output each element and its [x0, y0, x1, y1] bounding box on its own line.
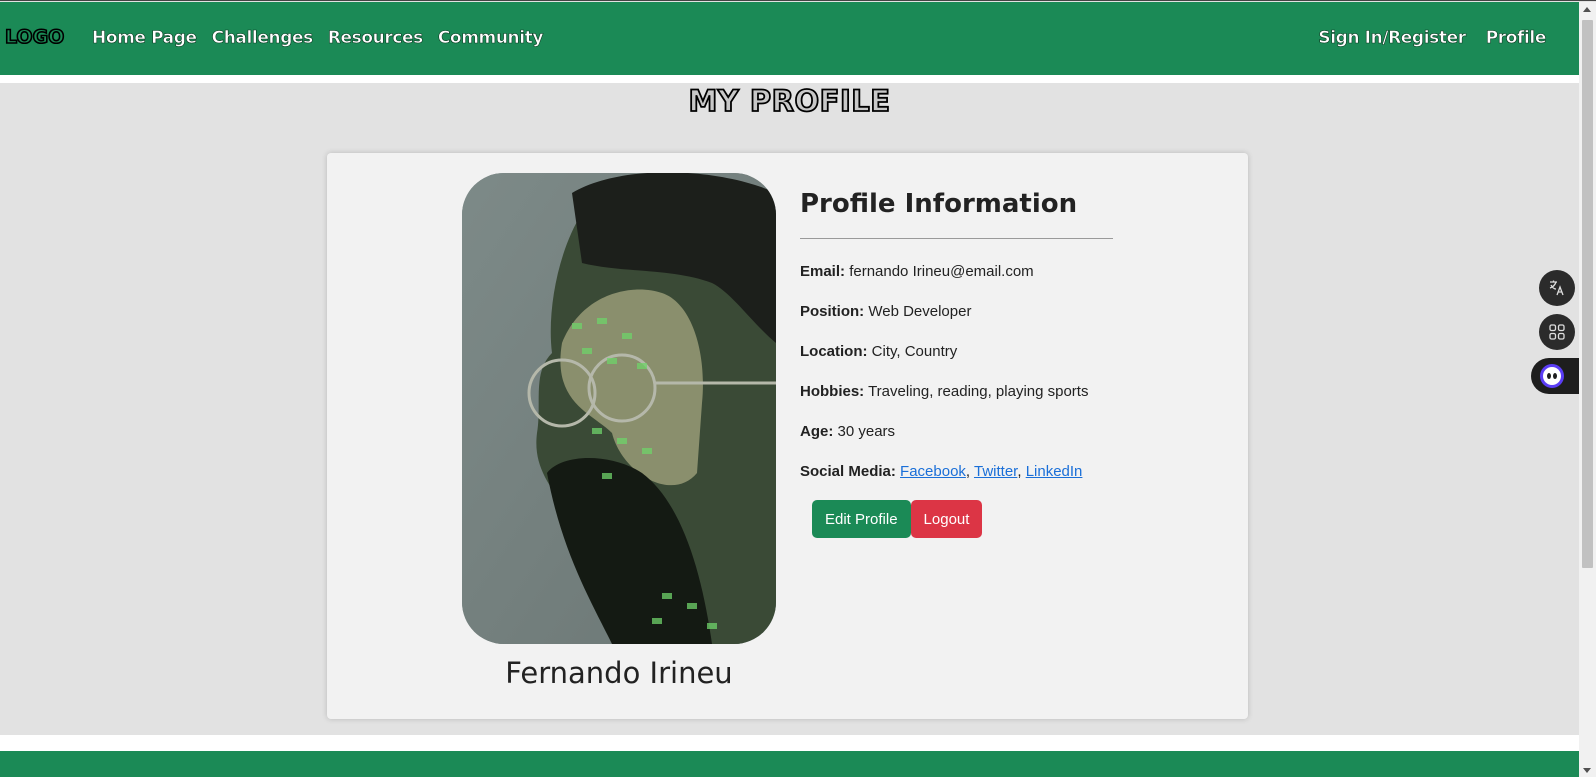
apps-widget[interactable]: [1539, 314, 1575, 350]
email-row: Email: fernando Irineu@email.com: [800, 263, 1034, 280]
age-label: Age:: [800, 423, 834, 440]
linkedin-link[interactable]: LinkedIn: [1026, 463, 1083, 480]
logout-button[interactable]: Logout: [910, 500, 983, 538]
footer: [0, 751, 1579, 777]
nav-divider: [0, 75, 1579, 83]
nav-link-challenges[interactable]: Challenges: [211, 28, 313, 49]
profile-info: Profile Information Email: fernando Irin…: [800, 189, 1113, 480]
logo[interactable]: LOGO: [4, 25, 65, 49]
location-label: Location:: [800, 343, 868, 360]
social-label: Social Media:: [800, 463, 896, 480]
hobbies-value: Traveling, reading, playing sports: [868, 383, 1089, 400]
profile-card: Fernando Irineu Profile Information Emai…: [327, 153, 1248, 719]
translate-widget[interactable]: [1539, 270, 1575, 306]
scrollbar-thumb[interactable]: [1582, 20, 1593, 568]
nav-left-links: Home Page Challenges Resources Community: [92, 28, 544, 49]
profile-photo-illustration: [462, 173, 776, 644]
edit-profile-button[interactable]: Edit Profile: [812, 500, 911, 538]
nav-right-links: Sign In/Register Profile: [1318, 28, 1547, 49]
email-label: Email:: [800, 263, 846, 280]
social-separator: ,: [965, 463, 971, 480]
hobbies-row: Hobbies: Traveling, reading, playing spo…: [800, 383, 1088, 400]
nav-link-community[interactable]: Community: [438, 28, 544, 49]
footer-divider: [0, 735, 1579, 751]
position-value: Web Developer: [868, 303, 972, 320]
location-row: Location: City, Country: [800, 343, 957, 360]
age-value: 30 years: [837, 423, 896, 440]
nav-link-resources[interactable]: Resources: [328, 28, 424, 49]
position-label: Position:: [800, 303, 865, 320]
assistant-bot-icon: [1540, 364, 1564, 388]
translate-icon: [1549, 280, 1564, 296]
nav-link-home[interactable]: Home Page: [92, 28, 198, 49]
profile-name: Fernando Irineu: [505, 656, 733, 690]
nav-link-profile[interactable]: Profile: [1485, 28, 1546, 49]
profile-info-heading: Profile Information: [800, 189, 1113, 239]
location-value: City, Country: [871, 343, 958, 360]
position-row: Position: Web Developer: [800, 303, 971, 320]
nav-link-sign-in[interactable]: Sign In/Register: [1318, 28, 1466, 49]
top-navbar: LOGO Home Page Challenges Resources Comm…: [0, 2, 1579, 75]
profile-photo: [462, 173, 776, 644]
email-value: fernando Irineu@email.com: [849, 263, 1034, 280]
profile-actions: Edit Profile Logout: [812, 500, 983, 538]
social-separator: ,: [1017, 463, 1022, 480]
assistant-widget[interactable]: [1531, 358, 1579, 394]
facebook-link[interactable]: Facebook: [900, 463, 966, 480]
page-title: MY PROFILE: [688, 83, 891, 119]
scroll-down-arrow-icon[interactable]: [1583, 768, 1591, 773]
age-row: Age: 30 years: [800, 423, 895, 440]
scroll-up-arrow-icon[interactable]: [1583, 7, 1591, 12]
social-row: Social Media: Facebook, Twitter, LinkedI…: [800, 463, 1082, 480]
twitter-link[interactable]: Twitter: [974, 463, 1017, 480]
vertical-scrollbar[interactable]: [1579, 2, 1596, 777]
apps-grid-icon: [1549, 324, 1565, 340]
hobbies-label: Hobbies:: [800, 383, 865, 400]
